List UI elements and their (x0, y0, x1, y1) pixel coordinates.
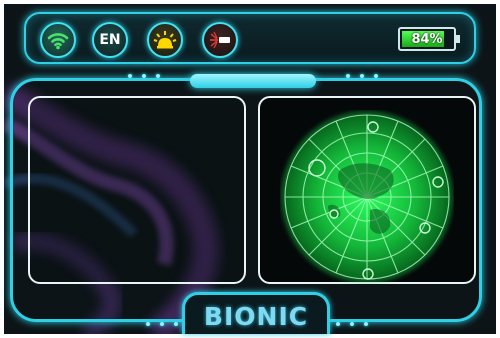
radar-icon (281, 111, 453, 283)
flashlight-icon (153, 31, 177, 49)
brand-tab: BIONIC (182, 292, 330, 334)
battery-indicator: 84% (398, 27, 460, 51)
brand-logo: BIONIC (203, 302, 309, 331)
display-panel-left (28, 96, 246, 284)
language-label: EN (99, 32, 121, 48)
wifi-icon (47, 33, 69, 50)
laser-icon (210, 31, 230, 49)
battery-cap (456, 35, 460, 43)
laser-button[interactable] (202, 22, 238, 58)
flashlight-button[interactable] (147, 22, 183, 58)
decor-dots-bottom-left (146, 322, 178, 326)
top-tab (190, 74, 316, 88)
decor-dots-top-left (128, 74, 160, 78)
decor-dots-bottom-right (336, 322, 368, 326)
language-button[interactable]: EN (92, 22, 128, 58)
wifi-button[interactable] (40, 22, 76, 58)
battery-percentage: 84% (411, 31, 443, 47)
status-bar: EN 84% (24, 12, 476, 64)
decor-dots-top-right (346, 74, 378, 78)
